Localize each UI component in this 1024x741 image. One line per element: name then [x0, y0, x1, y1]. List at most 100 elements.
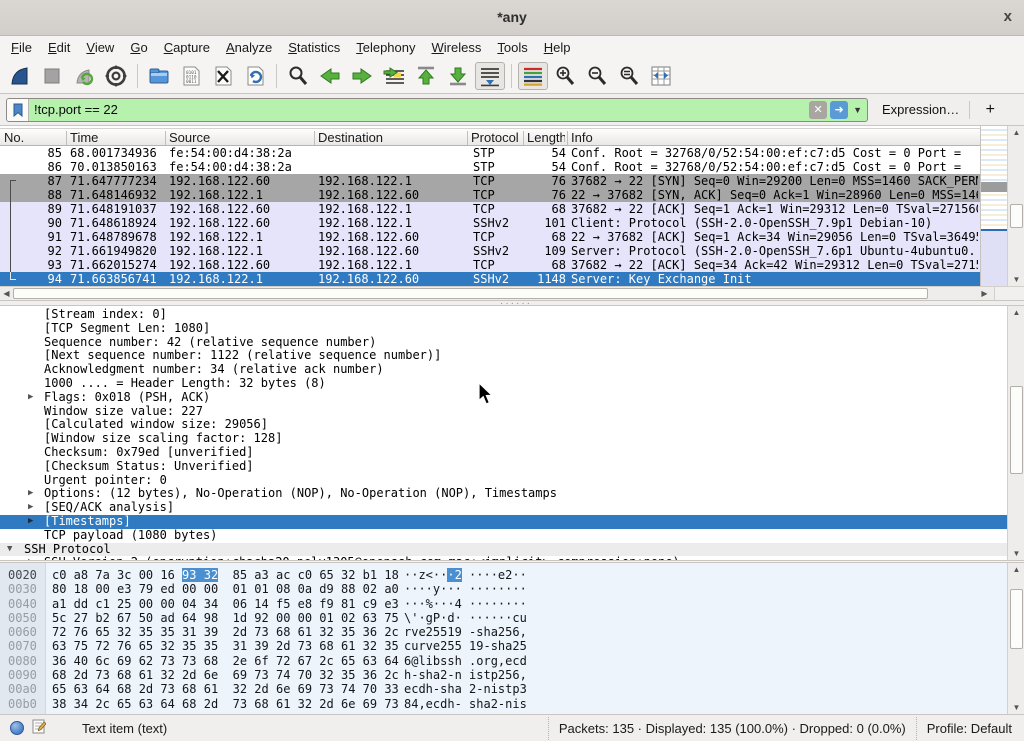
- detail-row[interactable]: TCP payload (1080 bytes): [0, 529, 1007, 543]
- restart-capture-icon[interactable]: [69, 62, 99, 90]
- menu-capture[interactable]: Capture: [156, 37, 218, 58]
- colorize-icon[interactable]: [518, 62, 548, 90]
- column-header-protocol[interactable]: Protocol: [467, 130, 521, 146]
- capture-comment-icon[interactable]: [32, 719, 46, 737]
- hex-ascii[interactable]: rve25519 -sha256,: [404, 625, 527, 639]
- packet-row-88[interactable]: 8871.648146932192.168.122.1192.168.122.6…: [0, 188, 980, 202]
- open-file-icon[interactable]: [144, 62, 174, 90]
- detail-row[interactable]: ▶[SEQ/ACK analysis]: [0, 501, 1007, 515]
- detail-row[interactable]: [Window size scaling factor: 128]: [0, 432, 1007, 446]
- hex-row-0060[interactable]: 006072 76 65 32 35 35 31 39 2d 73 68 61 …: [0, 625, 1007, 639]
- menu-tools[interactable]: Tools: [489, 37, 535, 58]
- hex-row-0080[interactable]: 008036 40 6c 69 62 73 73 68 2e 6f 72 67 …: [0, 654, 1007, 668]
- column-separator[interactable]: [66, 131, 67, 145]
- hex-ascii[interactable]: \'·gP·d· ······cu: [404, 611, 527, 625]
- zoom-reset-icon[interactable]: [614, 62, 644, 90]
- detail-row[interactable]: 1000 .... = Header Length: 32 bytes (8): [0, 377, 1007, 391]
- packet-row-85[interactable]: 8568.001734936fe:54:00:d4:38:2aSTP54Conf…: [0, 146, 980, 160]
- hex-ascii[interactable]: 84,ecdh- sha2-nis: [404, 697, 527, 711]
- start-capture-fin-icon[interactable]: [5, 62, 35, 90]
- column-header-source[interactable]: Source: [165, 130, 312, 146]
- hex-ascii[interactable]: ecdh-sha 2-nistp3: [404, 682, 527, 696]
- go-to-top-icon[interactable]: [411, 62, 441, 90]
- detail-row[interactable]: ▶SSH Version 2 (encryption:chacha20-poly…: [0, 556, 1007, 561]
- detail-row[interactable]: [Calculated window size: 29056]: [0, 418, 1007, 432]
- detail-row[interactable]: [Next sequence number: 1122 (relative se…: [0, 349, 1007, 363]
- go-to-bottom-icon[interactable]: [443, 62, 473, 90]
- scroll-down-icon[interactable]: ▼: [1008, 701, 1024, 714]
- hex-bytes[interactable]: 80 18 00 e3 79 ed 00 00 01 01 08 0a d9 8…: [52, 582, 399, 596]
- hex-row-0030[interactable]: 003080 18 00 e3 79 ed 00 00 01 01 08 0a …: [0, 582, 1007, 596]
- detail-row[interactable]: ▶Options: (12 bytes), No-Operation (NOP)…: [0, 487, 1007, 501]
- expander-closed-icon[interactable]: ▶: [28, 515, 33, 529]
- stop-capture-icon[interactable]: [37, 62, 67, 90]
- menu-view[interactable]: View: [78, 37, 122, 58]
- packet-row-92[interactable]: 9271.661949820192.168.122.1192.168.122.6…: [0, 244, 980, 258]
- detail-row[interactable]: [TCP Segment Len: 1080]: [0, 322, 1007, 336]
- packet-row-87[interactable]: 8771.647777234192.168.122.60192.168.122.…: [0, 174, 980, 188]
- zoom-out-icon[interactable]: [582, 62, 612, 90]
- detail-row[interactable]: [Checksum Status: Unverified]: [0, 460, 1007, 474]
- hex-row-0070[interactable]: 007063 75 72 76 65 32 35 35 31 39 2d 73 …: [0, 639, 1007, 653]
- filter-add-button[interactable]: +: [980, 101, 1000, 119]
- column-header-destination[interactable]: Destination: [314, 130, 465, 146]
- menu-analyze[interactable]: Analyze: [218, 37, 280, 58]
- packet-row-94[interactable]: 9471.663856741192.168.122.1192.168.122.6…: [0, 272, 980, 286]
- packet-row-89[interactable]: 8971.648191037192.168.122.60192.168.122.…: [0, 202, 980, 216]
- find-packet-icon[interactable]: [283, 62, 313, 90]
- hex-bytes[interactable]: 63 75 72 76 65 32 35 35 31 39 2d 73 68 6…: [52, 639, 399, 653]
- expander-closed-icon[interactable]: ▶: [28, 556, 33, 561]
- scroll-up-icon[interactable]: ▲: [1008, 126, 1024, 139]
- hex-bytes[interactable]: a1 dd c1 25 00 00 04 34 06 14 f5 e8 f9 8…: [52, 597, 399, 611]
- column-header-time[interactable]: Time: [66, 130, 163, 146]
- hex-bytes[interactable]: 5c 27 b2 67 50 ad 64 98 1d 92 00 00 01 0…: [52, 611, 399, 625]
- capture-options-gear-icon[interactable]: [101, 62, 131, 90]
- detail-row[interactable]: ▼SSH Protocol: [0, 543, 1007, 557]
- close-icon[interactable]: x: [1004, 8, 1012, 25]
- hex-ascii[interactable]: ···%···4 ········: [404, 597, 527, 611]
- intelligent-scrollbar-map[interactable]: [980, 126, 1007, 286]
- column-separator[interactable]: [467, 131, 468, 145]
- go-to-packet-icon[interactable]: [379, 62, 409, 90]
- hex-row-0020[interactable]: 0020c0 a8 7a 3c 00 16 93 32 85 a3 ac c0 …: [0, 568, 1007, 582]
- expander-closed-icon[interactable]: ▶: [28, 487, 33, 501]
- expert-info-icon[interactable]: [10, 721, 24, 735]
- packet-row-91[interactable]: 9171.648789678192.168.122.1192.168.122.6…: [0, 230, 980, 244]
- hex-ascii[interactable]: h-sha2-n istp256,: [404, 668, 527, 682]
- hex-bytes[interactable]: c0 a8 7a 3c 00 16 93 32 85 a3 ac c0 65 3…: [52, 568, 399, 582]
- filter-clear-icon[interactable]: ✕: [809, 101, 827, 119]
- menu-statistics[interactable]: Statistics: [280, 37, 348, 58]
- scrollbar-thumb[interactable]: [13, 288, 928, 299]
- column-separator[interactable]: [165, 131, 166, 145]
- auto-scroll-icon[interactable]: [475, 62, 505, 90]
- details-vscrollbar[interactable]: ▲ ▼: [1007, 306, 1024, 560]
- hex-row-00b0[interactable]: 00b038 34 2c 65 63 64 68 2d 73 68 61 32 …: [0, 697, 1007, 711]
- bookmark-icon[interactable]: [7, 99, 29, 121]
- detail-row[interactable]: ▶[Timestamps]: [0, 515, 1007, 529]
- packet-row-86[interactable]: 8670.013850163fe:54:00:d4:38:2aSTP54Conf…: [0, 160, 980, 174]
- scroll-down-icon[interactable]: ▼: [1008, 273, 1024, 286]
- detail-row[interactable]: Acknowledgment number: 34 (relative ack …: [0, 363, 1007, 377]
- display-filter-text[interactable]: !tcp.port == 22: [29, 102, 809, 117]
- resize-columns-icon[interactable]: [646, 62, 676, 90]
- close-file-icon[interactable]: [208, 62, 238, 90]
- scroll-left-icon[interactable]: ◀: [0, 287, 13, 300]
- menu-file[interactable]: File: [3, 37, 40, 58]
- hex-bytes[interactable]: 36 40 6c 69 62 73 73 68 2e 6f 72 67 2c 6…: [52, 654, 399, 668]
- menu-go[interactable]: Go: [122, 37, 155, 58]
- menu-help[interactable]: Help: [536, 37, 579, 58]
- packet-list-header[interactable]: No.TimeSourceDestinationProtocolLengthIn…: [0, 128, 980, 146]
- filter-history-caret-icon[interactable]: ▼: [851, 105, 867, 115]
- column-separator[interactable]: [523, 131, 524, 145]
- column-header-length[interactable]: Length: [523, 130, 565, 146]
- column-separator[interactable]: [314, 131, 315, 145]
- scroll-right-icon[interactable]: ▶: [978, 287, 991, 300]
- column-header-no[interactable]: No.: [0, 130, 64, 146]
- hex-bytes[interactable]: 72 76 65 32 35 35 31 39 2d 73 68 61 32 3…: [52, 625, 399, 639]
- hex-bytes[interactable]: 38 34 2c 65 63 64 68 2d 73 68 61 32 2d 6…: [52, 697, 399, 711]
- hex-ascii[interactable]: 6@libssh .org,ecd: [404, 654, 527, 668]
- packet-row-93[interactable]: 9371.662015274192.168.122.60192.168.122.…: [0, 258, 980, 272]
- zoom-in-icon[interactable]: [550, 62, 580, 90]
- column-separator[interactable]: [567, 131, 568, 145]
- detail-row[interactable]: [Stream index: 0]: [0, 308, 1007, 322]
